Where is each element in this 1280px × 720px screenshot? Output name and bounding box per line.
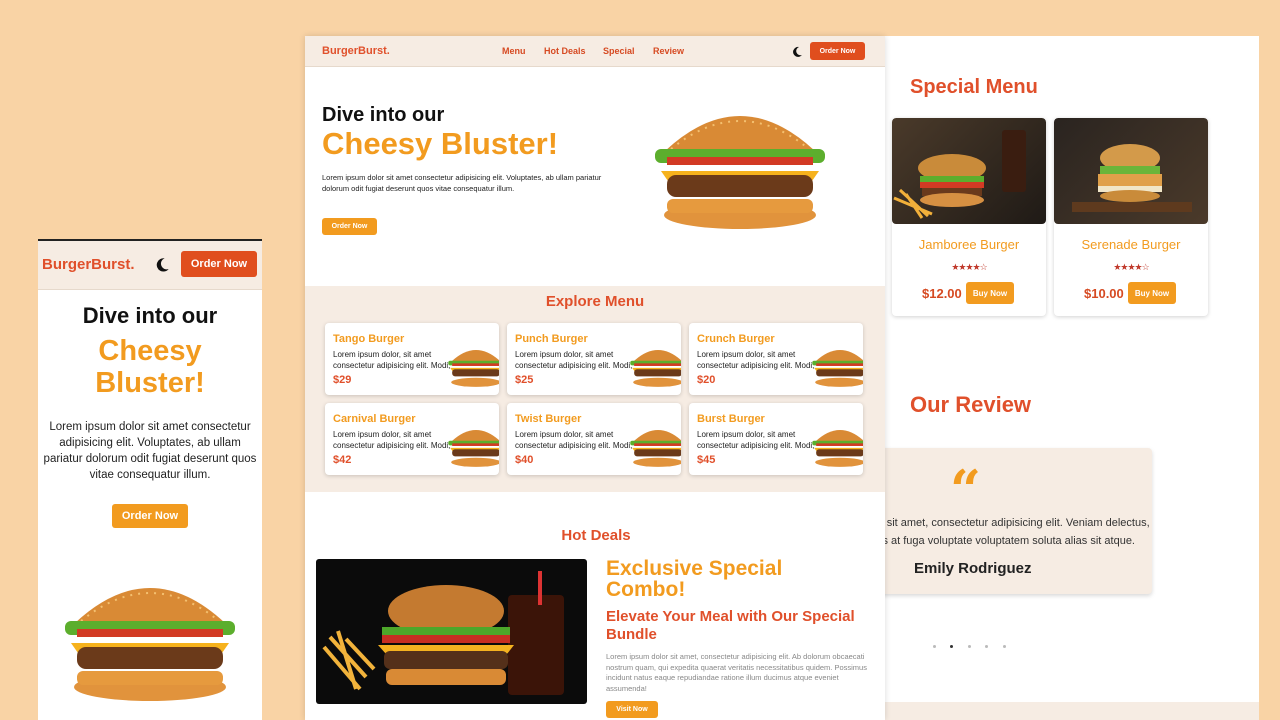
menu-item-name: Carnival Burger bbox=[333, 413, 416, 425]
menu-card[interactable]: Carnival Burger Lorem ipsum dolor, sit am… bbox=[325, 403, 499, 475]
jamboree-burger-photo bbox=[892, 118, 1046, 224]
hero-line1: Dive into our bbox=[322, 104, 445, 126]
rating-stars: ★★★★☆ bbox=[951, 262, 987, 272]
mobile-hero-line2a: Cheesy bbox=[98, 335, 202, 367]
hero-line2: Cheesy Bluster! bbox=[322, 126, 559, 161]
mobile-order-now-button[interactable]: Order Now bbox=[181, 251, 257, 277]
review-text-line1: r sit amet, consectetur adipisicing elit… bbox=[880, 517, 1150, 529]
buy-now-button[interactable]: Buy Now bbox=[966, 282, 1014, 304]
serenade-burger-photo bbox=[1054, 118, 1208, 224]
order-now-button[interactable]: Order Now bbox=[810, 42, 865, 60]
menu-card[interactable]: Burst Burger Lorem ipsum dolor, sit amet … bbox=[689, 403, 863, 475]
review-text-line2: is at fuga voluptate voluptatem soluta a… bbox=[880, 535, 1135, 547]
hot-deals-image bbox=[316, 559, 587, 704]
explore-menu-title: Explore Menu bbox=[545, 293, 645, 310]
menu-card[interactable]: Punch Burger Lorem ipsum dolor, sit amet … bbox=[507, 323, 681, 395]
mobile-brand-logo[interactable]: BurgerBurst. bbox=[42, 256, 135, 273]
next-section-edge bbox=[880, 702, 1259, 720]
visit-now-button[interactable]: Visit Now bbox=[606, 701, 658, 718]
nav-hot-deals[interactable]: Hot Deals bbox=[544, 46, 586, 56]
nav-menu[interactable]: Menu bbox=[502, 46, 526, 56]
mobile-hero-order-now-button[interactable]: Order Now bbox=[112, 504, 188, 528]
carousel-dot[interactable] bbox=[933, 645, 936, 648]
hot-deals-description: Lorem ipsum dolor sit amet, consectetur … bbox=[606, 652, 867, 693]
special-card-jamboree: Jamboree Burger ★★★★☆ $12.00 Buy Now bbox=[892, 118, 1046, 316]
mobile-navbar: BurgerBurst. Order Now bbox=[38, 241, 262, 290]
brand-logo[interactable]: BurgerBurst. bbox=[322, 45, 390, 57]
mobile-hero-burger-image bbox=[54, 563, 246, 710]
reviewer-name: Emily Rodriguez bbox=[914, 560, 1032, 577]
review-card: “ r sit amet, consectetur adipisicing el… bbox=[880, 448, 1152, 594]
hero-order-now-button[interactable]: Order Now bbox=[322, 218, 377, 235]
mobile-moon-icon[interactable] bbox=[154, 257, 170, 273]
menu-item-description: Lorem ipsum dolor, sit amet consectetur … bbox=[515, 430, 633, 450]
menu-item-price: $42 bbox=[333, 454, 352, 466]
rating-stars: ★★★★☆ bbox=[1113, 262, 1149, 272]
review-title: Our Review bbox=[910, 392, 1032, 417]
hot-deals-subheading: Elevate Your Meal with Our Special Bundl… bbox=[606, 608, 855, 643]
hero-burger-image bbox=[645, 91, 835, 238]
menu-item-burger-image bbox=[809, 419, 863, 475]
navbar: BurgerBurst. Menu Hot Deals Special Revi… bbox=[305, 36, 885, 67]
menu-item-price: $20 bbox=[697, 374, 716, 386]
carousel-dot[interactable] bbox=[968, 645, 971, 648]
menu-item-name: Tango Burger bbox=[333, 333, 405, 345]
special-card-serenade: Serenade Burger ★★★★☆ $10.00 Buy Now bbox=[1054, 118, 1208, 316]
menu-item-price: $25 bbox=[515, 374, 534, 386]
menu-item-price: $40 bbox=[515, 454, 534, 466]
menu-card[interactable]: Crunch Burger Lorem ipsum dolor, sit amet… bbox=[689, 323, 863, 395]
menu-card[interactable]: Tango Burger Lorem ipsum dolor, sit amet … bbox=[325, 323, 499, 395]
hot-deals-title: Hot Deals bbox=[561, 527, 631, 544]
moon-icon[interactable] bbox=[791, 45, 803, 57]
mobile-hero-line2b: Bluster! bbox=[95, 367, 205, 399]
buy-now-button[interactable]: Buy Now bbox=[1128, 282, 1176, 304]
menu-item-price: $45 bbox=[697, 454, 716, 466]
mobile-hero-description: Lorem ipsum dolor sit amet consectetur a… bbox=[43, 421, 257, 481]
mobile-page-panel: BurgerBurst. Order Now Dive into our Che… bbox=[38, 239, 262, 720]
special-menu-title: Special Menu bbox=[910, 76, 1038, 98]
nav-review[interactable]: Review bbox=[653, 46, 684, 56]
menu-item-description: Lorem ipsum dolor, sit amet consectetur … bbox=[697, 350, 815, 370]
special-item-price: $10.00 bbox=[1084, 286, 1124, 301]
menu-item-name: Crunch Burger bbox=[697, 333, 775, 345]
hot-deals-heading: Exclusive Special Combo! bbox=[606, 557, 783, 601]
mobile-hero-line1: Dive into our bbox=[82, 303, 218, 328]
menu-item-name: Punch Burger bbox=[515, 333, 588, 345]
menu-item-description: Lorem ipsum dolor, sit amet consectetur … bbox=[697, 430, 815, 450]
menu-item-name: Twist Burger bbox=[515, 413, 582, 425]
nav-special[interactable]: Special bbox=[603, 46, 635, 56]
special-review-panel: Special Menu Jamboree Burger ★★★★☆ $12.0… bbox=[880, 36, 1259, 720]
menu-item-price: $29 bbox=[333, 374, 352, 386]
menu-item-burger-image bbox=[627, 339, 681, 395]
menu-item-description: Lorem ipsum dolor, sit amet consectetur … bbox=[333, 350, 451, 370]
menu-item-name: Burst Burger bbox=[697, 413, 765, 425]
special-item-price: $12.00 bbox=[922, 286, 962, 301]
desktop-page-panel: BurgerBurst. Menu Hot Deals Special Revi… bbox=[305, 36, 885, 720]
carousel-dot[interactable] bbox=[985, 645, 988, 648]
menu-item-description: Lorem ipsum dolor, sit amet consectetur … bbox=[333, 430, 451, 450]
menu-item-burger-image bbox=[445, 419, 499, 475]
menu-card[interactable]: Twist Burger Lorem ipsum dolor, sit amet … bbox=[507, 403, 681, 475]
menu-item-description: Lorem ipsum dolor, sit amet consectetur … bbox=[515, 350, 633, 370]
carousel-dot[interactable] bbox=[1003, 645, 1006, 648]
menu-item-burger-image bbox=[627, 419, 681, 475]
special-item-name: Jamboree Burger bbox=[918, 237, 1020, 252]
quote-icon: “ bbox=[950, 458, 982, 522]
menu-item-burger-image bbox=[445, 339, 499, 395]
carousel-dot-active[interactable] bbox=[950, 645, 953, 648]
hero-description: Lorem ipsum dolor sit amet consectetur a… bbox=[322, 173, 602, 193]
menu-item-burger-image bbox=[809, 339, 863, 395]
special-item-name: Serenade Burger bbox=[1081, 237, 1181, 252]
